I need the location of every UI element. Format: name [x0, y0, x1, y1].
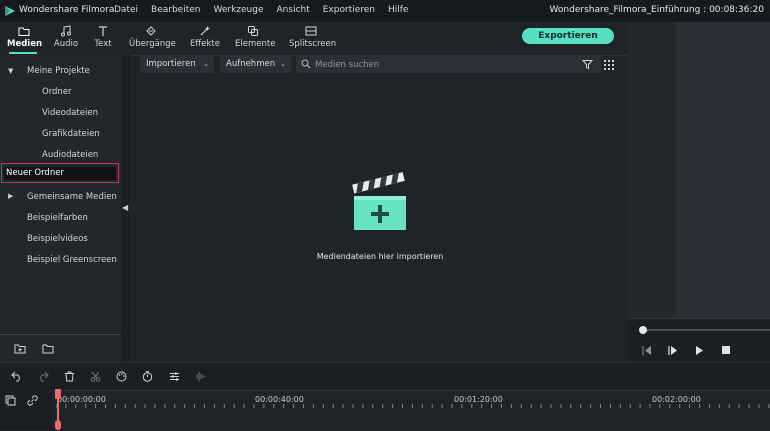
- menu-bar: Datei Bearbeiten Werkzeuge Ansicht Expor…: [114, 5, 408, 15]
- audio-waveform-icon[interactable]: [194, 371, 206, 382]
- tab-splitscreen[interactable]: Splitscreen: [289, 25, 337, 49]
- ruler-label: 00:00:00:00: [57, 395, 106, 404]
- collapsed-chevron-icon[interactable]: ▶: [8, 192, 13, 200]
- preview-letterbox: [628, 22, 676, 318]
- menu-item-ansicht[interactable]: Ansicht: [277, 5, 310, 15]
- preview-controls: [628, 318, 770, 363]
- tab-uebergaenge-label: Übergänge: [129, 39, 176, 49]
- tree-item-grafikdateien[interactable]: Grafikdateien: [42, 129, 100, 139]
- clapperboard-import-icon[interactable]: [348, 172, 410, 234]
- tree-item-audiodateien[interactable]: Audiodateien: [42, 150, 98, 160]
- tree-item-beispielvideos[interactable]: Beispielvideos: [27, 234, 88, 244]
- tab-audio[interactable]: Audio: [52, 25, 80, 49]
- splitscreen-icon: [305, 26, 317, 36]
- previous-frame-icon[interactable]: [642, 346, 652, 355]
- adjust-sliders-icon[interactable]: [169, 371, 180, 382]
- music-note-icon: [61, 25, 71, 37]
- transition-icon: [146, 26, 156, 36]
- menu-item-bearbeiten[interactable]: Bearbeiten: [151, 5, 200, 15]
- project-title: Wondershare_Filmora_Einführung : 00:08:3…: [549, 5, 764, 15]
- tab-elemente-label: Elemente: [235, 39, 276, 49]
- menu-item-datei[interactable]: Datei: [114, 5, 138, 15]
- search-icon: [301, 59, 311, 69]
- stop-icon[interactable]: [722, 346, 730, 354]
- play-pause-icon[interactable]: [668, 346, 678, 355]
- filmora-logo-icon: [5, 6, 15, 16]
- speed-timer-icon[interactable]: [142, 371, 153, 382]
- tab-effekte-label: Effekte: [190, 39, 220, 49]
- tab-medien[interactable]: Medien: [7, 25, 43, 49]
- tab-elemente[interactable]: Elemente: [235, 25, 275, 49]
- chevron-down-icon: ⌄: [203, 60, 209, 68]
- link-icon[interactable]: [27, 395, 38, 406]
- search-placeholder: Medien suchen: [315, 60, 380, 70]
- text-icon: [99, 26, 107, 36]
- ruler-label: 00:00:40:00: [255, 395, 304, 404]
- tab-uebergaenge[interactable]: Übergänge: [129, 25, 176, 49]
- folder-icon: [18, 27, 30, 36]
- expanded-chevron-icon[interactable]: ▼: [8, 67, 13, 75]
- tree-item-gemeinsame-medien[interactable]: Gemeinsame Medien: [27, 192, 117, 202]
- media-library-sidebar: [0, 55, 121, 362]
- menu-item-hilfe[interactable]: Hilfe: [388, 5, 408, 15]
- tab-text-label: Text: [94, 39, 112, 49]
- export-button[interactable]: Exportieren: [522, 28, 614, 44]
- grid-view-icon[interactable]: [604, 60, 614, 70]
- add-track-icon[interactable]: [5, 395, 16, 406]
- collapse-sidebar-icon[interactable]: ◀: [122, 203, 128, 212]
- scissors-icon[interactable]: [90, 371, 101, 382]
- undo-icon[interactable]: [11, 371, 23, 382]
- play-icon[interactable]: [695, 346, 704, 355]
- tree-item-videodateien[interactable]: Videodateien: [42, 108, 98, 118]
- record-dropdown-label: Aufnehmen: [226, 59, 276, 69]
- import-dropdown-label: Importieren: [146, 59, 196, 69]
- tree-item-beispiel-greenscreen[interactable]: Beispiel Greenscreen: [27, 255, 117, 265]
- tab-text[interactable]: Text: [91, 25, 115, 49]
- tree-item-meine-projekte[interactable]: Meine Projekte: [27, 66, 90, 76]
- tab-effekte[interactable]: Effekte: [188, 25, 222, 49]
- preview-progress-knob[interactable]: [639, 326, 647, 334]
- menu-item-exportieren[interactable]: Exportieren: [323, 5, 375, 15]
- chevron-down-icon: ⌄: [280, 60, 286, 68]
- color-palette-icon[interactable]: [116, 371, 127, 382]
- ruler-ticks: [56, 404, 770, 408]
- tab-medien-label: Medien: [7, 39, 43, 49]
- record-dropdown[interactable]: Aufnehmen ⌄: [220, 56, 291, 73]
- playhead-bottom[interactable]: [55, 420, 61, 430]
- tab-audio-label: Audio: [53, 39, 79, 49]
- trash-icon[interactable]: [64, 371, 75, 382]
- ruler-label: 00:02:00:00: [652, 395, 701, 404]
- menu-item-werkzeuge[interactable]: Werkzeuge: [213, 5, 263, 15]
- new-folder-icon[interactable]: [14, 343, 26, 354]
- effects-icon: [200, 26, 210, 36]
- import-dropdown[interactable]: Importieren ⌄: [140, 56, 214, 73]
- tab-splitscreen-label: Splitscreen: [289, 39, 337, 49]
- empty-media-hint: Mediendateien hier importieren: [316, 252, 444, 261]
- redo-icon[interactable]: [37, 371, 49, 382]
- rename-folder-input[interactable]: Neuer Ordner: [4, 167, 116, 180]
- preview-progress-track[interactable]: [640, 329, 770, 331]
- ruler-label: 00:01:20:00: [454, 395, 503, 404]
- folder-icon[interactable]: [42, 343, 54, 354]
- tree-item-ordner[interactable]: Ordner: [42, 87, 72, 97]
- elements-icon: [248, 26, 258, 36]
- app-title: Wondershare Filmora: [19, 5, 115, 15]
- filter-icon[interactable]: [582, 59, 593, 70]
- tree-item-beispielfarben[interactable]: Beispielfarben: [27, 213, 88, 223]
- active-tab-indicator: [9, 52, 37, 54]
